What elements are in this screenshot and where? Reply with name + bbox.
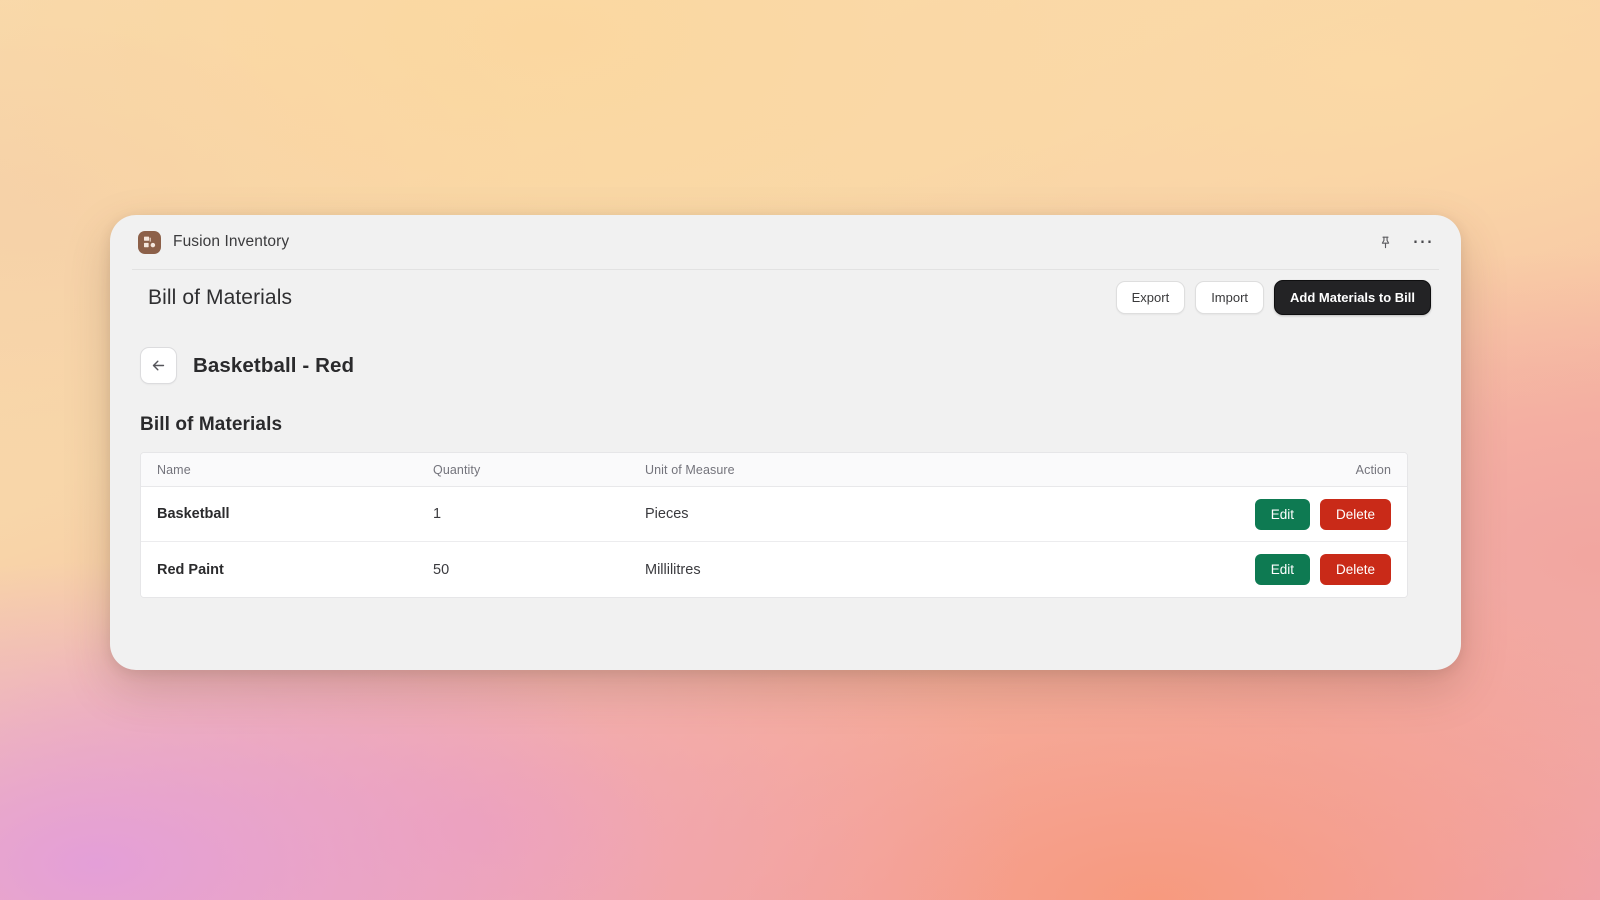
cell-action: Edit Delete bbox=[1245, 498, 1407, 530]
edit-button[interactable]: Edit bbox=[1254, 554, 1310, 585]
table-row: Basketball 1 Pieces Edit Delete bbox=[141, 487, 1407, 542]
delete-button[interactable]: Delete bbox=[1319, 498, 1391, 530]
bill-of-materials-table: Name Quantity Unit of Measure Action Bas… bbox=[140, 452, 1408, 598]
app-window: Fusion Inventory ⋯ Bill of Materials Exp… bbox=[110, 215, 1461, 670]
column-header-unit-of-measure: Unit of Measure bbox=[645, 462, 735, 477]
back-button[interactable] bbox=[140, 347, 177, 384]
cell-name: Red Paint bbox=[157, 561, 224, 578]
edit-button[interactable]: Edit bbox=[1254, 498, 1310, 530]
column-header-action: Action bbox=[1355, 462, 1391, 477]
cell-unit-of-measure: Pieces bbox=[645, 506, 689, 522]
cell-name: Basketball bbox=[157, 506, 230, 522]
page-content: Basketball - Red Bill of Materials Name … bbox=[110, 325, 1461, 598]
page-header: Bill of Materials Export Import Add Mate… bbox=[132, 269, 1439, 325]
table-row: Red Paint 50 Millilitres Edit Delete bbox=[141, 542, 1407, 597]
arrow-left-icon bbox=[152, 360, 165, 371]
entity-title: Basketball - Red bbox=[193, 353, 355, 377]
column-header-quantity: Quantity bbox=[433, 462, 481, 477]
import-button[interactable]: Import bbox=[1195, 281, 1265, 314]
cell-action: Edit Delete bbox=[1245, 554, 1407, 585]
export-button[interactable]: Export bbox=[1115, 281, 1186, 314]
app-identity: Fusion Inventory bbox=[138, 230, 290, 254]
table-header-row: Name Quantity Unit of Measure Action bbox=[141, 453, 1407, 487]
page-title: Bill of Materials bbox=[148, 285, 293, 309]
cell-quantity: 1 bbox=[433, 506, 442, 522]
cell-quantity: 50 bbox=[433, 561, 450, 578]
column-header-name: Name bbox=[157, 462, 191, 477]
pin-icon[interactable] bbox=[1375, 232, 1395, 252]
section-title: Bill of Materials bbox=[140, 414, 283, 435]
delete-button[interactable]: Delete bbox=[1319, 554, 1391, 585]
titlebar-actions: ⋯ bbox=[1375, 231, 1433, 252]
add-materials-to-bill-button[interactable]: Add Materials to Bill bbox=[1274, 280, 1431, 315]
more-options-icon[interactable]: ⋯ bbox=[1412, 231, 1433, 252]
entity-header: Basketball - Red bbox=[140, 325, 1431, 402]
window-titlebar: Fusion Inventory ⋯ bbox=[110, 215, 1461, 269]
header-actions: Export Import Add Materials to Bill bbox=[1115, 280, 1431, 315]
cell-unit-of-measure: Millilitres bbox=[645, 561, 701, 578]
app-name: Fusion Inventory bbox=[173, 233, 290, 250]
inventory-box-icon bbox=[138, 230, 161, 254]
